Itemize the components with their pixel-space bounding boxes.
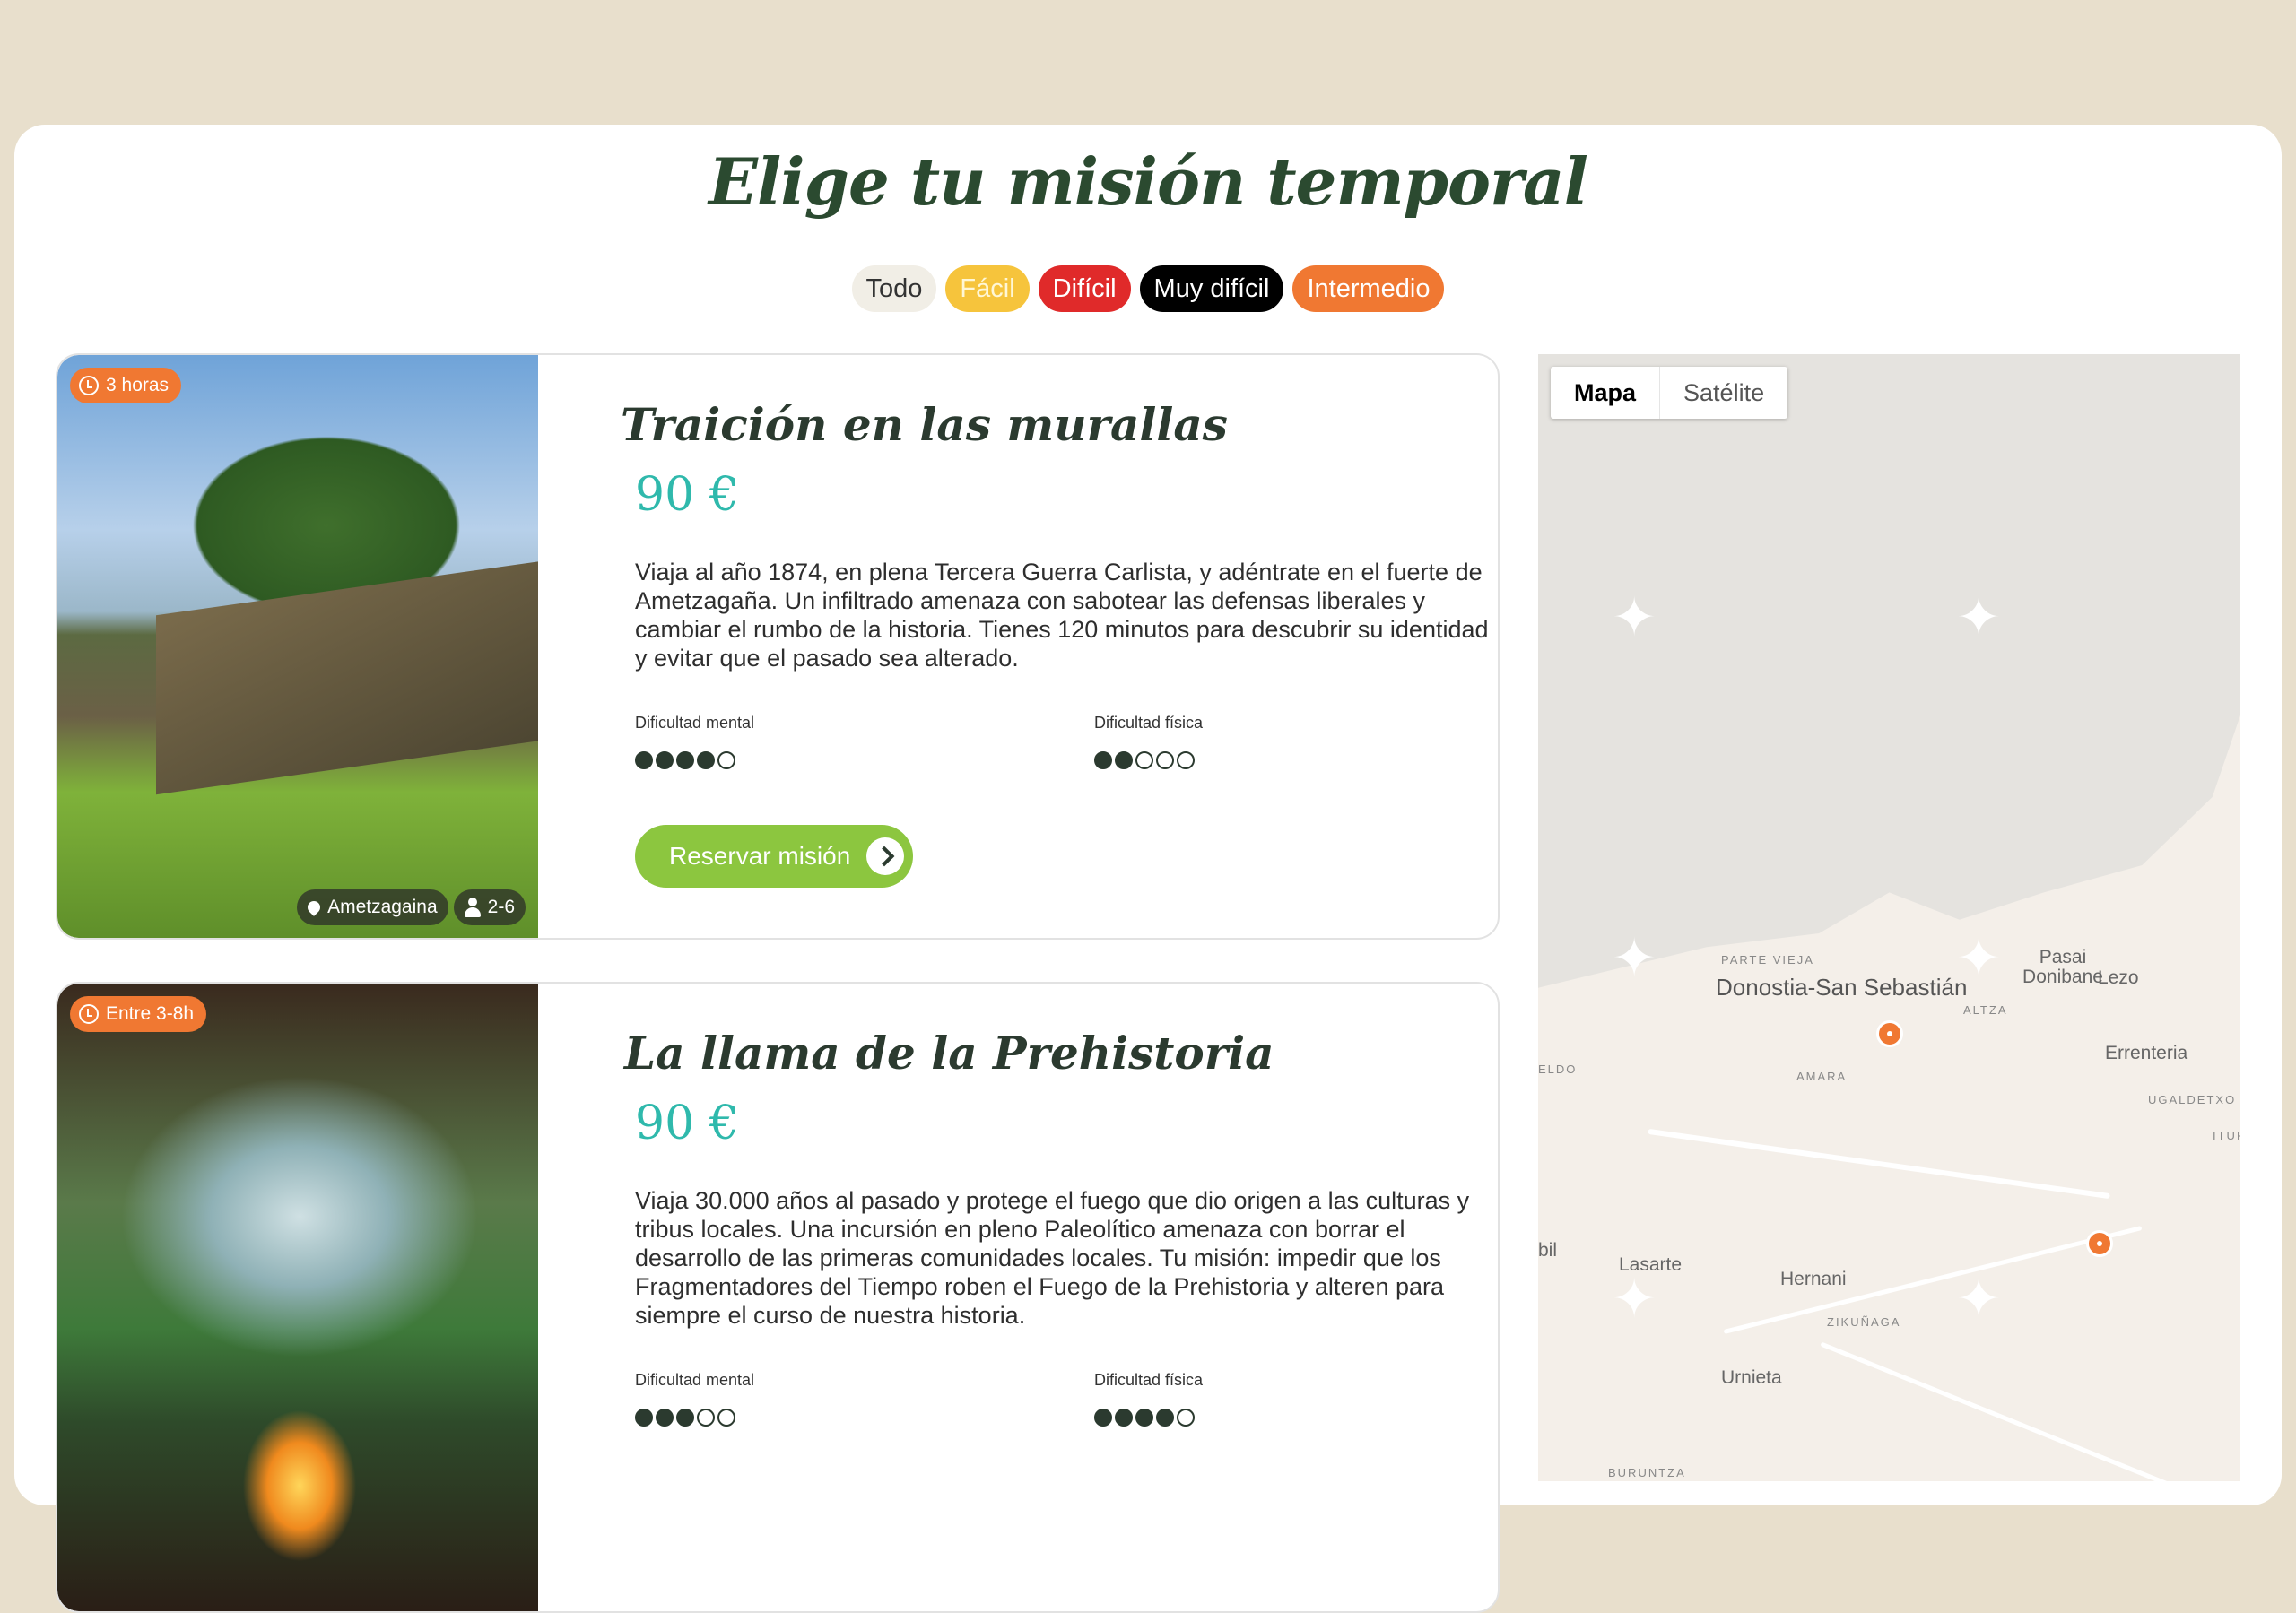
difficulty-dot-filled <box>676 751 694 769</box>
map-label: PARTE VIEJA <box>1721 953 1814 967</box>
difficulty-dot-empty <box>1177 1409 1195 1427</box>
chevron-right-icon <box>866 837 905 875</box>
filter-facil[interactable]: Fácil <box>945 265 1030 312</box>
mental-difficulty-label: Dificultad mental <box>635 1371 755 1389</box>
mission-image[interactable]: 3 horas Ametzagaina 2-6 <box>57 355 538 938</box>
map-label: Hernani <box>1780 1269 1847 1289</box>
person-icon <box>464 898 481 917</box>
map-tab-mapa[interactable]: Mapa <box>1551 367 1661 419</box>
filter-muy-dificil[interactable]: Muy difícil <box>1139 265 1284 312</box>
difficulty-dot-empty <box>718 751 735 769</box>
physical-difficulty-label: Dificultad física <box>1094 714 1204 732</box>
difficulty-dot-filled <box>1115 1409 1133 1427</box>
sparkle-icon: ✦ <box>1612 928 1657 988</box>
missions-map[interactable]: Mapa Satélite ✦ ✦ ✦ ✦ ✦ ✦ PARTE VIEJA Do… <box>1538 354 2240 1481</box>
sparkle-icon: ✦ <box>1956 587 2002 647</box>
duration-badge: 3 horas <box>70 368 182 403</box>
map-label: bil <box>1538 1240 1558 1261</box>
difficulty-dot-filled <box>635 1409 653 1427</box>
map-label: Lasarte <box>1619 1254 1683 1275</box>
map-label: BURUNTZA <box>1608 1466 1686 1479</box>
map-label: ITUR <box>2213 1129 2240 1142</box>
difficulty-dot-filled <box>1094 1409 1112 1427</box>
map-type-toggle: Mapa Satélite <box>1551 367 1788 419</box>
reserve-label: Reservar misión <box>669 842 851 870</box>
map-road <box>1820 1341 2171 1481</box>
mission-card: 3 horas Ametzagaina 2-6 Traición en las … <box>56 353 1500 940</box>
filter-todo[interactable]: Todo <box>851 265 937 312</box>
filter-dificil[interactable]: Difícil <box>1038 265 1131 312</box>
map-label: ELDO <box>1538 1062 1578 1076</box>
duration-badge: Entre 3-8h <box>70 996 207 1032</box>
map-label: ALTZA <box>1963 1003 2008 1017</box>
difficulty-dot-empty <box>1156 751 1174 769</box>
filter-intermedio[interactable]: Intermedio <box>1292 265 1445 312</box>
location-pin-icon <box>305 898 323 916</box>
mission-description: Viaja al año 1874, en plena Tercera Guer… <box>635 559 1489 672</box>
mission-card: Entre 3-8h La llama de la Prehistoria 90… <box>56 982 1500 1613</box>
reserve-mission-button[interactable]: Reservar misión <box>635 825 913 888</box>
map-label: AMARA <box>1796 1070 1848 1083</box>
physical-difficulty-dots <box>1094 751 1195 769</box>
location-label: Ametzagaina <box>327 897 438 917</box>
players-chip: 2-6 <box>453 889 526 925</box>
difficulty-dot-empty <box>718 1409 735 1427</box>
map-label: UGALDETXO <box>2148 1093 2237 1106</box>
mission-title[interactable]: La llama de la Prehistoria <box>624 1027 1274 1080</box>
duration-label: 3 horas <box>106 375 170 395</box>
difficulty-dot-filled <box>1135 1409 1153 1427</box>
mental-difficulty-dots <box>635 1409 735 1427</box>
sparkle-icon: ✦ <box>1612 1269 1657 1329</box>
map-marker[interactable] <box>1876 1020 1903 1047</box>
mission-chips: Ametzagaina 2-6 <box>297 889 526 925</box>
mission-price: 90 € <box>635 1097 739 1150</box>
mental-difficulty-label: Dificultad mental <box>635 714 755 732</box>
difficulty-dot-empty <box>1177 751 1195 769</box>
difficulty-dot-filled <box>1115 751 1133 769</box>
sparkle-icon: ✦ <box>1956 1269 2002 1329</box>
map-marker[interactable] <box>2086 1230 2113 1257</box>
players-label: 2-6 <box>487 897 515 917</box>
clock-icon <box>79 376 99 395</box>
difficulty-dot-empty <box>697 1409 715 1427</box>
map-label: Errenteria <box>2105 1043 2188 1063</box>
map-road <box>1648 1128 2110 1200</box>
mission-price: 90 € <box>635 468 739 522</box>
mission-image[interactable]: Entre 3-8h <box>57 984 538 1611</box>
difficulty-dot-filled <box>697 751 715 769</box>
difficulty-dot-filled <box>1094 751 1112 769</box>
difficulty-dot-filled <box>656 751 674 769</box>
difficulty-dot-filled <box>635 751 653 769</box>
mental-difficulty-dots <box>635 751 735 769</box>
difficulty-filters: Todo Fácil Difícil Muy difícil Intermedi… <box>0 265 2296 312</box>
physical-difficulty-label: Dificultad física <box>1094 1371 1204 1389</box>
map-label: Lezo <box>2098 967 2139 988</box>
location-chip: Ametzagaina <box>297 889 448 925</box>
sparkle-icon: ✦ <box>1612 587 1657 647</box>
page-title: Elige tu misión temporal <box>709 143 1588 220</box>
map-label: Urnieta <box>1721 1367 1782 1388</box>
physical-difficulty-dots <box>1094 1409 1195 1427</box>
map-label-donostia: Donostia-San Sebastián <box>1716 974 1968 1001</box>
difficulty-dot-empty <box>1135 751 1153 769</box>
fortress-wall-shape <box>156 560 538 795</box>
map-tab-satelite[interactable]: Satélite <box>1660 367 1787 419</box>
mission-title[interactable]: Traición en las murallas <box>621 398 1228 451</box>
difficulty-dot-filled <box>656 1409 674 1427</box>
mission-description: Viaja 30.000 años al pasado y protege el… <box>635 1187 1470 1329</box>
difficulty-dot-filled <box>676 1409 694 1427</box>
clock-icon <box>79 1004 99 1024</box>
map-label: ZIKUÑAGA <box>1827 1315 1901 1329</box>
duration-label: Entre 3-8h <box>106 1003 195 1024</box>
difficulty-dot-filled <box>1156 1409 1174 1427</box>
